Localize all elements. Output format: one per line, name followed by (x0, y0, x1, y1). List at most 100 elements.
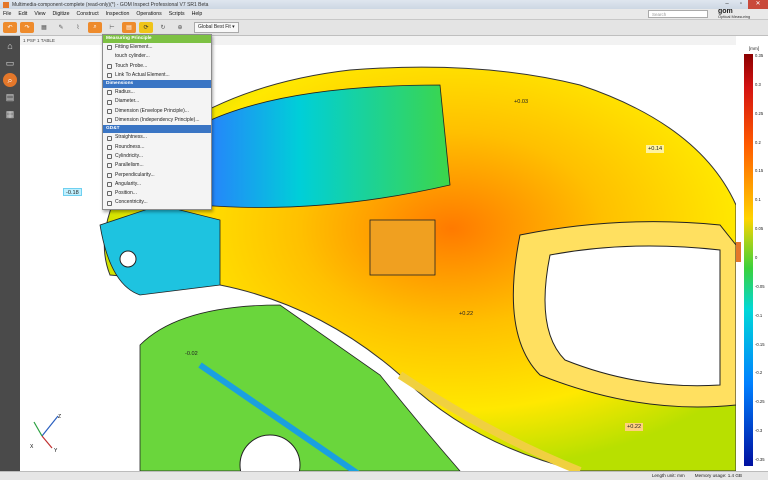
refresh-icon[interactable]: ↻ (156, 22, 170, 33)
menu-item-cylindricity[interactable]: Cylindricity... (103, 152, 211, 161)
menu-digitize[interactable]: Digitize (52, 11, 69, 17)
color-legend-tick: -0.2 (755, 370, 763, 376)
brush-icon[interactable]: ⌇ (71, 22, 85, 33)
menu-item-label: Radius... (115, 89, 135, 96)
color-legend-tick: 0 (755, 255, 758, 260)
deviation-label[interactable]: -0.02 (183, 350, 200, 358)
deviation-label[interactable]: -0.18 (63, 188, 82, 196)
maximize-button[interactable]: ▫ (734, 0, 748, 9)
axis-z-label: Z (58, 414, 61, 420)
menu-view[interactable]: View (34, 11, 45, 17)
dimension-icon (107, 118, 112, 124)
select-icon[interactable]: ▦ (37, 22, 51, 33)
menu-operations[interactable]: Operations (136, 11, 161, 17)
color-legend-tick: 0.3 (755, 81, 761, 87)
alignment-select[interactable]: Global Best Fit ▾ (194, 22, 239, 33)
color-legend-tick: 0.05 (755, 226, 764, 232)
menu-item-touch-cylinder[interactable]: touch cylinder... (103, 52, 211, 61)
undo-button[interactable]: ↶ (3, 22, 17, 33)
menu-item-roundness[interactable]: Roundness... (103, 143, 211, 152)
menu-edit[interactable]: Edit (18, 11, 27, 17)
probe-icon (107, 63, 112, 69)
menu-item-link-actual[interactable]: Link To Actual Element... (103, 71, 211, 80)
menu-item-label: touch cylinder... (115, 53, 150, 60)
measure-icon[interactable]: ⊢ (105, 22, 119, 33)
close-button[interactable]: ✕ (748, 0, 768, 9)
menu-item-dimension-envelope[interactable]: Dimension (Envelope Principle)... (103, 107, 211, 116)
deviation-label[interactable]: +0.14 (646, 145, 665, 153)
menu-item-perpendicularity[interactable]: Perpendicularity... (103, 171, 211, 180)
alignment-value: Global Best Fit (198, 24, 231, 30)
search-input[interactable]: Search (648, 10, 708, 18)
scan-icon[interactable]: ▭ (3, 56, 17, 70)
align-icon[interactable]: ⊕ (173, 22, 187, 33)
recompute-button[interactable]: ⟳ (139, 22, 153, 33)
menu-item-angularity[interactable]: Angularity... (103, 180, 211, 189)
menu-scripts[interactable]: Scripts (169, 11, 185, 17)
menu-file[interactable]: File (3, 11, 11, 17)
length-unit-status: Length unit: mm (651, 473, 685, 478)
menu-item-label: Angularity... (115, 180, 142, 187)
color-legend-tick: 0.15 (755, 168, 764, 174)
table-icon[interactable]: ▦ (3, 107, 17, 121)
menu-item-label: Touch Probe... (115, 62, 148, 69)
section-header-dimensions: Dimensions (103, 80, 211, 89)
menu-inspection[interactable]: Inspection (106, 11, 130, 17)
axis-triad-icon: X Y Z (30, 414, 61, 454)
color-legend-bar (744, 54, 753, 466)
menu-item-position[interactable]: Position... (103, 189, 211, 198)
menu-item-label: Dimension (Envelope Principle)... (115, 107, 189, 114)
status-bar: Length unit: mm Memory usage: 1.4 GB (0, 471, 768, 480)
axis-y-label: Y (54, 448, 58, 454)
menu-item-label: Concentricity... (115, 199, 148, 206)
menu-item-label: Perpendicularity... (115, 171, 155, 178)
menu-help[interactable]: Help (192, 11, 203, 17)
window-title: Multimedia-component-complete (read-only… (12, 1, 209, 8)
deviation-label[interactable]: +0.22 (625, 423, 644, 431)
menu-item-touch-probe[interactable]: Touch Probe... (103, 62, 211, 71)
deviation-label[interactable]: +0.03 (512, 98, 530, 106)
menu-item-radius[interactable]: Radius... (103, 88, 211, 97)
brand-logo: gomOptical Measuring Techniques (714, 8, 768, 24)
report-button[interactable]: ▤ (122, 22, 136, 33)
color-legend-tick: -0.05 (755, 283, 765, 289)
fitting-icon (107, 45, 112, 51)
menu-item-label: Fitting Element... (115, 44, 153, 50)
color-legend-tick: -0.25 (755, 399, 765, 405)
straightness-icon (107, 135, 112, 141)
menu-item-label: Roundness... (115, 143, 145, 150)
pen-icon[interactable]: ✎ (54, 22, 68, 33)
menu-item-label: Position... (115, 190, 137, 197)
menu-item-label: Cylindricity... (115, 152, 143, 159)
axis-x-label: X (30, 444, 34, 450)
memory-status: Memory usage: 1.4 GB (694, 473, 742, 478)
section-header-gdt: GD&T (103, 125, 211, 134)
axis-triad: X Y Z (30, 408, 64, 454)
menu-item-parallelism[interactable]: Parallelism... (103, 161, 211, 170)
inspection-menu-button[interactable]: ⌕ (88, 22, 102, 33)
cylindricity-icon (107, 154, 112, 160)
menu-item-label: Link To Actual Element... (115, 71, 170, 78)
dimension-icon (107, 108, 112, 114)
color-legend-unit: [mm] (748, 46, 760, 51)
blank-icon (107, 54, 112, 59)
link-icon (107, 73, 112, 79)
home-icon[interactable]: ⌂ (3, 39, 17, 53)
section-header-measuring-principle: Measuring Principle (103, 35, 211, 43)
report-icon[interactable]: ▤ (3, 90, 17, 104)
color-legend-tick: -0.15 (755, 341, 765, 347)
inspect-icon[interactable]: ⌕ (3, 73, 17, 87)
menu-item-straightness[interactable]: Straightness... (103, 133, 211, 142)
menu-item-label: Dimension (Independency Principle)... (115, 117, 200, 124)
redo-button[interactable]: ↷ (20, 22, 34, 33)
menu-item-dimension-independency[interactable]: Dimension (Independency Principle)... (103, 116, 211, 125)
color-legend-tick: -0.3 (755, 428, 763, 434)
parallelism-icon (107, 163, 112, 169)
position-icon (107, 191, 112, 197)
menu-construct[interactable]: Construct (76, 11, 98, 17)
menu-item-concentricity[interactable]: Concentricity... (103, 198, 211, 207)
left-sidebar: ⌂ ▭ ⌕ ▤ ▦ (0, 36, 20, 480)
menu-item-fitting-element[interactable]: Fitting Element... (103, 43, 211, 52)
menu-item-diameter[interactable]: Diameter... (103, 97, 211, 106)
deviation-label[interactable]: +0.22 (457, 310, 475, 318)
